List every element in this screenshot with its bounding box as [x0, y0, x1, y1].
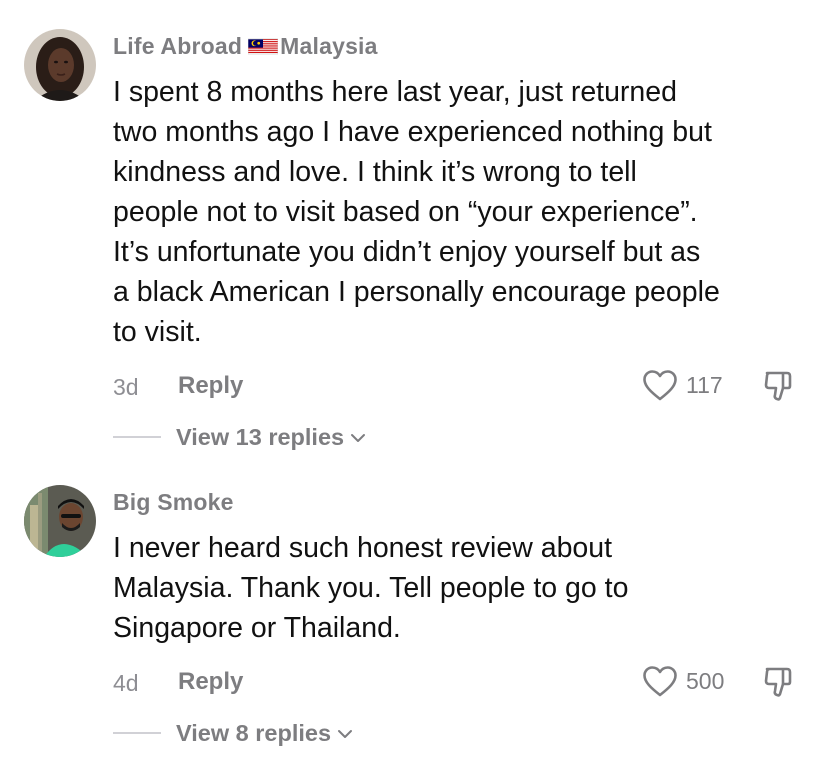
dislike-icon	[764, 667, 792, 697]
replies-divider	[113, 732, 161, 734]
like-count: 500	[686, 668, 725, 694]
heart-icon	[643, 370, 677, 401]
reply-button[interactable]: Reply	[178, 668, 243, 696]
view-replies-button[interactable]: View 13 replies	[176, 424, 366, 451]
like-button[interactable]: 500	[642, 665, 724, 698]
username-text: Life Abroad	[113, 33, 243, 59]
chevron-down-icon	[351, 433, 366, 442]
view-replies-button[interactable]: View 8 replies	[176, 720, 353, 747]
chevron-down-icon	[338, 729, 353, 738]
comment-username[interactable]: Big Smoke	[113, 489, 234, 516]
replies-divider	[113, 436, 161, 438]
malaysia-flag-icon	[248, 38, 279, 55]
heart-icon	[643, 666, 677, 697]
like-button[interactable]: 117	[642, 369, 723, 402]
comment-username[interactable]: Life Abroad Malaysia	[113, 33, 378, 60]
dislike-button[interactable]	[762, 369, 796, 403]
user-avatar-image	[24, 29, 96, 101]
user-avatar-image	[24, 485, 96, 557]
dislike-button[interactable]	[762, 665, 796, 699]
comment-text: I never heard such honest review about M…	[113, 532, 629, 644]
view-replies-label: View 13 replies	[176, 424, 345, 450]
avatar[interactable]	[24, 29, 96, 101]
reply-button[interactable]: Reply	[178, 372, 243, 400]
dislike-icon	[764, 371, 792, 401]
username-text: Big Smoke	[113, 489, 234, 515]
comment-timestamp: 4d	[113, 670, 139, 696]
comment-timestamp: 3d	[113, 374, 139, 400]
location-text: Malaysia	[280, 33, 378, 59]
view-replies-label: View 8 replies	[176, 720, 332, 746]
comment-text: I spent 8 months here last year, just re…	[113, 76, 720, 348]
avatar[interactable]	[24, 485, 96, 557]
like-count: 117	[686, 372, 723, 398]
